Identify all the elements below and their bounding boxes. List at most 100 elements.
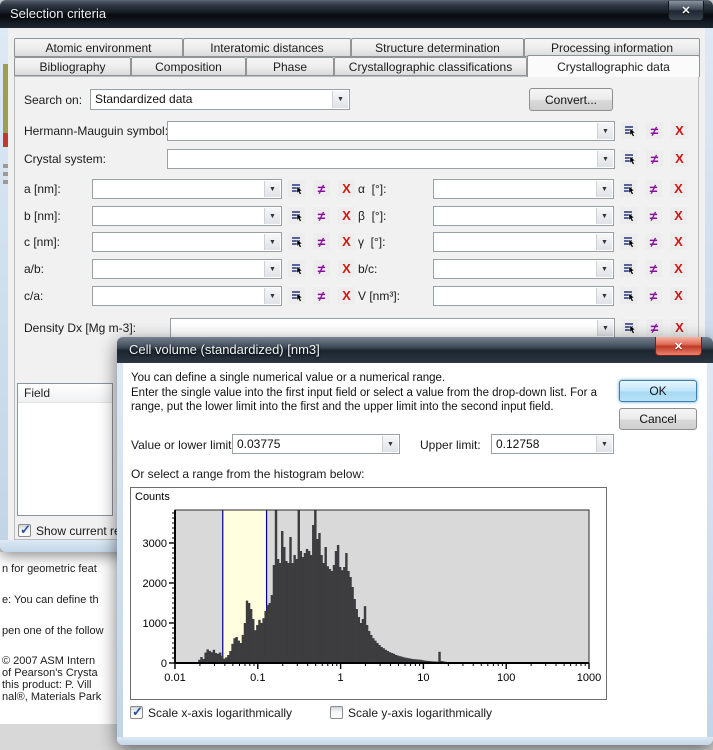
scale-y-log-checkbox[interactable]: ✓ bbox=[330, 706, 343, 719]
dropdown-arrow-icon[interactable]: ▼ bbox=[382, 436, 398, 452]
show-current-checkbox[interactable]: ✓ bbox=[18, 524, 31, 537]
select-from-list-icon[interactable] bbox=[288, 287, 305, 304]
not-equal-icon[interactable]: ≠ bbox=[645, 260, 662, 277]
b-nm-label: b [nm]: bbox=[24, 209, 61, 223]
not-equal-icon[interactable]: ≠ bbox=[313, 287, 330, 304]
not-equal-icon[interactable]: ≠ bbox=[646, 319, 663, 336]
tab-crystallographic-classifications[interactable]: Crystallographic classifications bbox=[334, 57, 527, 76]
combo-gamma-deg[interactable]: ▼ bbox=[433, 232, 614, 252]
select-from-list-icon[interactable] bbox=[288, 260, 305, 277]
dropdown-arrow-icon[interactable]: ▼ bbox=[332, 91, 348, 108]
dropdown-arrow-icon[interactable]: ▼ bbox=[264, 181, 280, 197]
combo-c-over-a[interactable]: ▼ bbox=[92, 286, 282, 306]
tab-interatomic-distances[interactable]: Interatomic distances bbox=[183, 38, 351, 57]
select-from-list-icon[interactable] bbox=[621, 319, 638, 336]
select-from-list-icon[interactable] bbox=[620, 207, 637, 224]
dropdown-arrow-icon[interactable]: ▼ bbox=[596, 208, 612, 224]
delete-criterion-icon[interactable]: X bbox=[338, 233, 355, 250]
dropdown-arrow-icon[interactable]: ▼ bbox=[264, 208, 280, 224]
not-equal-icon[interactable]: ≠ bbox=[313, 207, 330, 224]
dropdown-arrow-icon[interactable]: ▼ bbox=[597, 320, 613, 336]
select-from-list-icon[interactable] bbox=[288, 207, 305, 224]
scale-x-log-label: Scale x-axis logarithmically bbox=[148, 706, 292, 720]
scale-x-log-checkbox[interactable]: ✓ bbox=[130, 706, 143, 719]
select-from-list-icon[interactable] bbox=[288, 233, 305, 250]
delete-criterion-icon[interactable]: X bbox=[670, 207, 687, 224]
delete-criterion-icon[interactable]: X bbox=[338, 180, 355, 197]
select-from-list-icon[interactable] bbox=[621, 122, 638, 139]
histogram-prompt: Or select a range from the histogram bel… bbox=[131, 467, 364, 481]
combo-b-over-c[interactable]: ▼ bbox=[433, 259, 614, 279]
combo-v-nm3[interactable]: ▼ bbox=[433, 286, 614, 306]
dropdown-arrow-icon[interactable]: ▼ bbox=[597, 123, 613, 139]
close-button[interactable]: ✕ bbox=[668, 1, 704, 21]
dropdown-arrow-icon[interactable]: ▼ bbox=[596, 261, 612, 277]
upper-limit-input[interactable]: 0.12758 ▼ bbox=[491, 434, 614, 454]
dropdown-arrow-icon[interactable]: ▼ bbox=[596, 181, 612, 197]
search-on-select[interactable]: Standardized data ▼ bbox=[90, 89, 350, 110]
not-equal-icon[interactable]: ≠ bbox=[645, 207, 662, 224]
select-from-list-icon[interactable] bbox=[620, 287, 637, 304]
delete-criterion-icon[interactable]: X bbox=[671, 150, 688, 167]
dialog-titlebar[interactable]: Cell volume (standardized) [nm3] ✕ bbox=[117, 337, 713, 363]
select-from-list-icon[interactable] bbox=[620, 260, 637, 277]
delete-criterion-icon[interactable]: X bbox=[671, 122, 688, 139]
cancel-button[interactable]: Cancel bbox=[619, 408, 697, 430]
not-equal-icon[interactable]: ≠ bbox=[646, 122, 663, 139]
select-from-list-icon[interactable] bbox=[620, 233, 637, 250]
dropdown-arrow-icon[interactable]: ▼ bbox=[596, 288, 612, 304]
not-equal-icon[interactable]: ≠ bbox=[313, 180, 330, 197]
not-equal-icon[interactable]: ≠ bbox=[645, 233, 662, 250]
combo-c-nm[interactable]: ▼ bbox=[92, 232, 282, 252]
not-equal-icon[interactable]: ≠ bbox=[313, 260, 330, 277]
delete-criterion-icon[interactable]: X bbox=[671, 319, 688, 336]
delete-criterion-icon[interactable]: X bbox=[670, 260, 687, 277]
histogram-plot[interactable]: 01000200030000.010.11101001000Counts bbox=[131, 488, 606, 699]
tab-bibliography[interactable]: Bibliography bbox=[14, 57, 131, 76]
combo-density-dx[interactable]: ▼ bbox=[170, 318, 615, 338]
convert-button-label: Convert... bbox=[545, 93, 597, 107]
combo-crystal-system[interactable]: ▼ bbox=[167, 149, 615, 169]
ok-button[interactable]: OK bbox=[619, 380, 697, 402]
delete-criterion-icon[interactable]: X bbox=[338, 207, 355, 224]
combo-beta-deg[interactable]: ▼ bbox=[433, 206, 614, 226]
delete-criterion-icon[interactable]: X bbox=[670, 287, 687, 304]
combo-hermann-mauguin-symbol[interactable]: ▼ bbox=[167, 121, 615, 141]
titlebar[interactable]: Selection criteria ✕ bbox=[0, 0, 713, 28]
tab-structure-determination[interactable]: Structure determination bbox=[351, 38, 524, 57]
tab-composition[interactable]: Composition bbox=[131, 57, 246, 76]
dropdown-arrow-icon[interactable]: ▼ bbox=[596, 234, 612, 250]
field-listbox[interactable]: Field bbox=[17, 383, 113, 516]
background-help-window: n for geometric feat e: You can define t… bbox=[0, 552, 134, 724]
combo-b-nm[interactable]: ▼ bbox=[92, 206, 282, 226]
dropdown-arrow-icon[interactable]: ▼ bbox=[596, 436, 612, 452]
select-from-list-icon[interactable] bbox=[620, 180, 637, 197]
tab-phase[interactable]: Phase bbox=[246, 57, 334, 76]
not-equal-icon[interactable]: ≠ bbox=[313, 233, 330, 250]
tab-crystallographic-data[interactable]: Crystallographic data bbox=[527, 55, 700, 77]
convert-button[interactable]: Convert... bbox=[529, 88, 613, 111]
delete-criterion-icon[interactable]: X bbox=[670, 233, 687, 250]
not-equal-icon[interactable]: ≠ bbox=[645, 287, 662, 304]
delete-criterion-icon[interactable]: X bbox=[338, 287, 355, 304]
histogram-panel[interactable]: 01000200030000.010.11101001000Counts bbox=[130, 487, 607, 700]
dropdown-arrow-icon[interactable]: ▼ bbox=[264, 234, 280, 250]
tab-atomic-environment[interactable]: Atomic environment bbox=[14, 38, 183, 57]
delete-criterion-icon[interactable]: X bbox=[338, 260, 355, 277]
dialog-close-button[interactable]: ✕ bbox=[655, 337, 702, 356]
dropdown-arrow-icon[interactable]: ▼ bbox=[597, 151, 613, 167]
combo-alpha-deg[interactable]: ▼ bbox=[433, 179, 614, 199]
select-from-list-icon[interactable] bbox=[621, 150, 638, 167]
not-equal-icon[interactable]: ≠ bbox=[645, 180, 662, 197]
dropdown-arrow-icon[interactable]: ▼ bbox=[264, 288, 280, 304]
select-from-list-icon[interactable] bbox=[288, 180, 305, 197]
combo-a-nm[interactable]: ▼ bbox=[92, 179, 282, 199]
dropdown-arrow-icon[interactable]: ▼ bbox=[264, 261, 280, 277]
delete-criterion-icon[interactable]: X bbox=[670, 180, 687, 197]
svg-text:0.1: 0.1 bbox=[250, 672, 265, 684]
field-listbox-header[interactable]: Field bbox=[18, 384, 112, 403]
not-equal-icon[interactable]: ≠ bbox=[646, 150, 663, 167]
combo-a-over-b[interactable]: ▼ bbox=[92, 259, 282, 279]
lower-limit-input[interactable]: 0.03775 ▼ bbox=[232, 434, 400, 454]
alpha-deg-label: α [°]: bbox=[358, 182, 386, 196]
